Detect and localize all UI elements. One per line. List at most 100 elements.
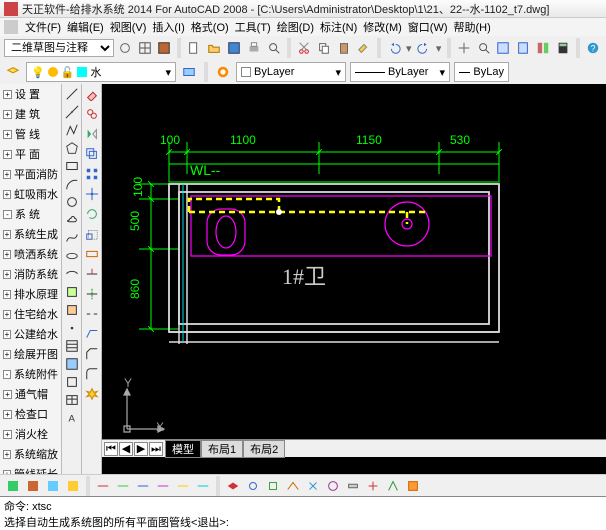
bt-line2[interactable]: [114, 477, 132, 495]
bt-line6[interactable]: [194, 477, 212, 495]
bt-sym7[interactable]: [404, 477, 422, 495]
bt-4[interactable]: [64, 477, 82, 495]
menu-item[interactable]: 格式(O): [188, 19, 232, 35]
tab-layout2[interactable]: 布局2: [243, 440, 285, 458]
bt-sym5[interactable]: [364, 477, 382, 495]
mtext-icon[interactable]: A: [64, 410, 80, 426]
bt-sym3[interactable]: [324, 477, 342, 495]
color-control-icon[interactable]: [214, 63, 232, 81]
plot-preview-icon[interactable]: [265, 39, 283, 57]
sidebar-item[interactable]: +平 面: [0, 144, 61, 164]
side-tree[interactable]: +设 置+建 筑+管 线+平 面+平面消防+虹吸雨水-系 统+系统生成+喷洒系统…: [0, 84, 62, 474]
menu-item[interactable]: 修改(M): [360, 19, 405, 35]
tab-next-icon[interactable]: ▶: [134, 442, 148, 456]
sidebar-item[interactable]: +系统生成: [0, 224, 61, 244]
chamfer-icon[interactable]: [84, 346, 100, 362]
tab-first-icon[interactable]: ⏮: [104, 442, 118, 456]
workspace-selector[interactable]: 二维草图与注释: [4, 39, 114, 57]
region-icon[interactable]: [64, 374, 80, 390]
cut-icon[interactable]: [295, 39, 313, 57]
print-icon[interactable]: [245, 39, 263, 57]
tree-expand-icon[interactable]: +: [3, 450, 11, 459]
tree-expand-icon[interactable]: +: [3, 430, 12, 439]
move-icon[interactable]: [84, 186, 100, 202]
rectangle-icon[interactable]: [64, 158, 80, 174]
bt-sym4[interactable]: [344, 477, 362, 495]
block-icon[interactable]: [64, 302, 80, 318]
lineweight-dropdown[interactable]: ByLay: [454, 62, 509, 82]
tab-last-icon[interactable]: ⏭: [149, 442, 163, 456]
sidebar-item[interactable]: +检查口: [0, 404, 61, 424]
tree-expand-icon[interactable]: +: [3, 170, 11, 179]
polygon-icon[interactable]: [64, 140, 80, 156]
layer-dropdown[interactable]: 💡 🔓 水 ▾: [26, 62, 176, 82]
erase-icon[interactable]: [84, 86, 100, 102]
sidebar-item[interactable]: +建 筑: [0, 104, 61, 124]
sidebar-item[interactable]: +喷洒系统: [0, 244, 61, 264]
drawing-canvas[interactable]: 100 1100 1150 530 100 500 860 WL-- 1#卫 X…: [102, 84, 606, 439]
spline-icon[interactable]: [64, 230, 80, 246]
tree-expand-icon[interactable]: +: [3, 190, 11, 199]
redo-dropdown[interactable]: ▾: [435, 42, 443, 55]
bt-line5[interactable]: [174, 477, 192, 495]
save-icon[interactable]: [225, 39, 243, 57]
sidebar-item[interactable]: +管 线: [0, 124, 61, 144]
gradient-icon[interactable]: [64, 356, 80, 372]
color-dropdown[interactable]: ByLayer ▾: [236, 62, 346, 82]
sidebar-item[interactable]: -系统附件: [0, 364, 61, 384]
scale-icon[interactable]: [84, 226, 100, 242]
sheetset-icon[interactable]: [514, 39, 532, 57]
bt-line3[interactable]: [134, 477, 152, 495]
gear-icon[interactable]: [4, 20, 18, 34]
redo-icon[interactable]: [415, 39, 433, 57]
sidebar-item[interactable]: -系 统: [0, 204, 61, 224]
undo-icon[interactable]: [385, 39, 403, 57]
tab-prev-icon[interactable]: ◀: [119, 442, 133, 456]
layer-prev-icon[interactable]: [180, 63, 198, 81]
tree-expand-icon[interactable]: +: [3, 410, 12, 419]
offset-icon[interactable]: [84, 146, 100, 162]
calc-icon[interactable]: [554, 39, 572, 57]
command-line[interactable]: 命令: xtsc 选择自动生成系统图的所有平面图管线<退出>:: [0, 496, 606, 530]
menu-item[interactable]: 编辑(E): [64, 19, 107, 35]
toolpalettes-icon[interactable]: [534, 39, 552, 57]
zoom-icon[interactable]: [475, 39, 493, 57]
bt-valve1[interactable]: [224, 477, 242, 495]
sidebar-item[interactable]: +绘展开图: [0, 344, 61, 364]
tree-expand-icon[interactable]: +: [3, 90, 12, 99]
bt-sym6[interactable]: [384, 477, 402, 495]
menu-item[interactable]: 工具(T): [232, 19, 274, 35]
menu-item[interactable]: 帮助(H): [451, 19, 494, 35]
sidebar-item[interactable]: +虹吸雨水: [0, 184, 61, 204]
help-icon[interactable]: ?: [584, 39, 602, 57]
tab-model[interactable]: 模型: [165, 440, 201, 458]
workspace-settings-icon[interactable]: [116, 39, 134, 57]
bt-1[interactable]: [4, 477, 22, 495]
trim-icon[interactable]: [84, 266, 100, 282]
undo-dropdown[interactable]: ▾: [405, 42, 413, 55]
pan-icon[interactable]: [455, 39, 473, 57]
menu-item[interactable]: 插入(I): [149, 19, 187, 35]
tree-expand-icon[interactable]: +: [3, 250, 11, 259]
open-icon[interactable]: [205, 39, 223, 57]
explode-icon[interactable]: [84, 386, 100, 402]
sidebar-item[interactable]: +通气帽: [0, 384, 61, 404]
fillet-icon[interactable]: [84, 366, 100, 382]
hatch-icon[interactable]: [64, 338, 80, 354]
sidebar-item[interactable]: +消火栓: [0, 424, 61, 444]
tree-expand-icon[interactable]: -: [3, 210, 12, 219]
array-icon[interactable]: [84, 166, 100, 182]
bt-line1[interactable]: [94, 477, 112, 495]
copy-icon[interactable]: [315, 39, 333, 57]
sidebar-item[interactable]: +住宅给水: [0, 304, 61, 324]
matchprop-icon[interactable]: [355, 39, 373, 57]
menu-item[interactable]: 视图(V): [107, 19, 150, 35]
tree-expand-icon[interactable]: +: [3, 390, 12, 399]
new-icon[interactable]: [185, 39, 203, 57]
mirror-icon[interactable]: [84, 126, 100, 142]
sidebar-item[interactable]: +管线延长: [0, 464, 61, 474]
menu-item[interactable]: 窗口(W): [405, 19, 451, 35]
bt-valve2[interactable]: [244, 477, 262, 495]
join-icon[interactable]: [84, 326, 100, 342]
layer-manager-icon[interactable]: [4, 63, 22, 81]
